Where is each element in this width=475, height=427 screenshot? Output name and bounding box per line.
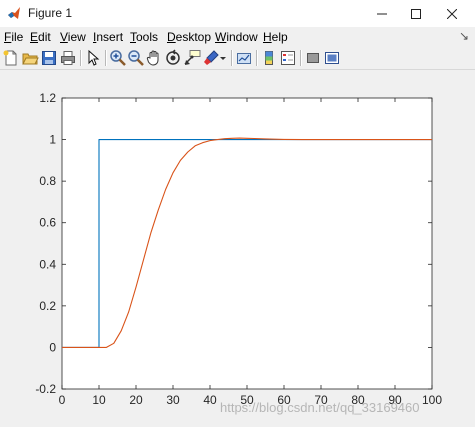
close-button[interactable] — [429, 0, 475, 27]
menu-tools-rest: ools — [136, 30, 159, 44]
y-tick-label: 0 — [49, 340, 56, 354]
figure-canvas[interactable]: 0 10 20 30 40 50 60 70 80 90 100 -0.2 0 0.2 0.4 0.6 0.8 1… — [0, 70, 475, 427]
insert-colorbar-icon[interactable] — [260, 49, 278, 67]
menu-bar: File Edit View Insert Tools Desktop Wind… — [0, 27, 475, 47]
new-figure-icon[interactable] — [2, 49, 20, 67]
menu-file[interactable]: File — [4, 30, 23, 44]
x-tick-label: 40 — [203, 393, 217, 407]
y-tick-label: -0.2 — [35, 382, 56, 396]
axes-box — [61, 97, 433, 390]
menu-edit-rest: dit — [38, 30, 51, 44]
watermark-text: https://blog.csdn.net/qq_33169460 — [220, 400, 420, 415]
y-tick-label: 0.2 — [39, 299, 56, 313]
edit-plot-arrow-icon[interactable] — [84, 49, 102, 67]
menu-help-rest: elp — [271, 30, 288, 44]
line-chart[interactable]: 0 10 20 30 40 50 60 70 80 90 100-0.200.20.40.60.81… — [0, 70, 475, 427]
brush-dropdown-icon[interactable] — [219, 49, 227, 67]
data-cursor-icon[interactable] — [183, 49, 201, 67]
rotate-3d-icon[interactable] — [164, 49, 182, 67]
hide-plot-tools-icon[interactable] — [304, 49, 322, 67]
x-tick-label: 100 — [422, 393, 442, 407]
menu-insert[interactable]: Insert — [93, 30, 123, 44]
y-tick-label: 0.4 — [39, 257, 56, 271]
toolbar-separator — [231, 50, 233, 66]
dock-arrow-icon[interactable]: ↘ — [459, 29, 469, 43]
toolbar-separator — [80, 50, 82, 66]
menu-tools[interactable]: Tools — [130, 30, 158, 44]
brush-icon[interactable] — [202, 49, 220, 67]
menu-desktop-rest: esktop — [175, 30, 212, 44]
menu-view[interactable]: View — [60, 30, 86, 44]
y-tick-label: 1 — [49, 133, 56, 147]
matlab-logo-icon — [8, 7, 20, 19]
x-tick-label: 30 — [166, 393, 180, 407]
menu-view-rest: iew — [67, 30, 86, 44]
pan-hand-icon[interactable] — [145, 49, 163, 67]
window-titlebar: Figure 1 — [0, 0, 475, 28]
figure-toolbar — [0, 47, 475, 70]
menu-desktop[interactable]: Desktop — [167, 30, 211, 44]
y-tick-label: 0.6 — [39, 216, 56, 230]
x-tick-label: 20 — [129, 393, 143, 407]
menu-insert-rest: nsert — [96, 30, 124, 44]
open-file-icon[interactable] — [21, 49, 39, 67]
toolbar-separator — [256, 50, 258, 66]
link-plot-icon[interactable] — [235, 49, 253, 67]
minimize-icon — [377, 13, 387, 14]
menu-file-rest: ile — [11, 30, 24, 44]
print-icon[interactable] — [59, 49, 77, 67]
maximize-icon — [411, 8, 421, 19]
show-plot-tools-icon[interactable] — [323, 49, 341, 67]
save-icon[interactable] — [40, 49, 58, 67]
y-tick-label: 1.2 — [39, 91, 56, 105]
insert-legend-icon[interactable] — [279, 49, 297, 67]
menu-edit[interactable]: Edit — [30, 30, 51, 44]
menu-help[interactable]: Help — [263, 30, 288, 44]
menu-window-rest: indow — [226, 30, 258, 44]
zoom-out-icon[interactable] — [127, 49, 145, 67]
toolbar-separator — [300, 50, 302, 66]
menu-window[interactable]: Window — [215, 30, 258, 44]
y-tick-label: 0.8 — [39, 174, 56, 188]
x-tick-label: 10 — [92, 393, 106, 407]
zoom-in-icon[interactable] — [109, 49, 127, 67]
window-title: Figure 1 — [28, 6, 73, 20]
toolbar-separator — [105, 50, 107, 66]
x-tick-label: 0 — [59, 393, 66, 407]
close-icon — [447, 8, 457, 19]
